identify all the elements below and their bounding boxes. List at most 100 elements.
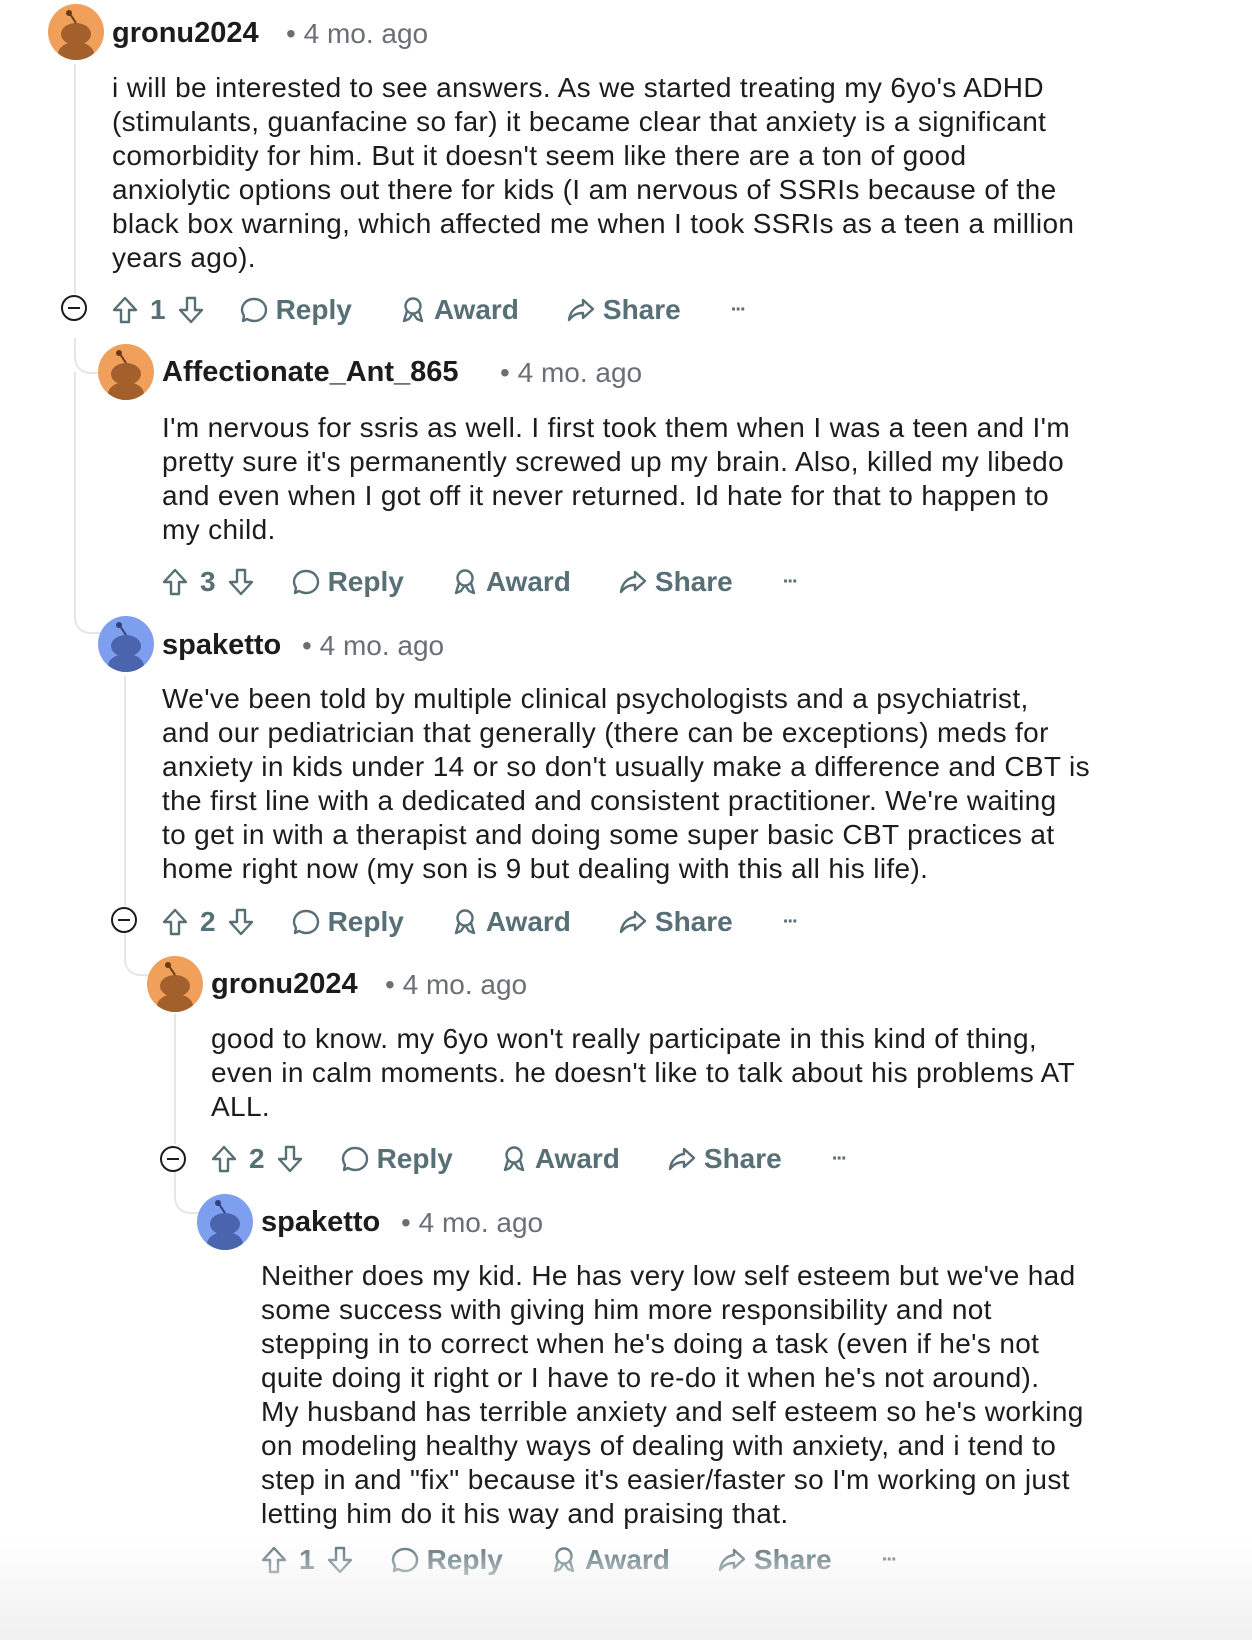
thread-connector — [174, 1170, 204, 1214]
award-icon — [503, 1146, 525, 1172]
share-icon — [619, 910, 647, 934]
comment-actions: 2 Reply Award Share ··· — [211, 1139, 848, 1179]
downvote-button[interactable] — [178, 296, 204, 324]
more-options-button[interactable]: ··· — [783, 571, 799, 594]
upvote-button[interactable] — [112, 296, 138, 324]
comment-actions: 2 Reply Award Share ··· — [162, 902, 799, 942]
award-icon — [454, 909, 476, 935]
comment-author[interactable]: spaketto — [162, 627, 281, 663]
award-button[interactable]: Award — [551, 1544, 670, 1576]
comment-body: We've been told by multiple clinical psy… — [162, 683, 1090, 884]
snoo-avatar-icon — [147, 956, 203, 1012]
upvote-icon — [112, 296, 138, 324]
comment-actions: 1 Reply Award Share ··· — [261, 1540, 898, 1580]
reply-button[interactable]: Reply — [341, 1143, 453, 1175]
downvote-icon — [178, 296, 203, 324]
snoo-avatar-icon — [48, 4, 104, 60]
comment-thread: gronu2024 • 4 mo. ago i will be interest… — [0, 0, 1252, 1640]
reply-button[interactable]: Reply — [292, 906, 404, 938]
more-options-button[interactable]: ··· — [832, 1148, 848, 1171]
downvote-button[interactable] — [228, 568, 254, 596]
comment-actions: 1 Reply Award Share ··· — [112, 290, 747, 330]
upvote-button[interactable] — [162, 908, 188, 936]
comment-body: good to know. my 6yo won't really partic… — [211, 1023, 1076, 1122]
comment-timestamp: • 4 mo. ago — [385, 969, 528, 1000]
award-button[interactable]: Award — [452, 906, 571, 938]
comment-timestamp: • 4 mo. ago — [401, 1207, 544, 1238]
vote-count: 3 — [200, 566, 216, 597]
share-icon — [668, 1147, 696, 1171]
upvote-button[interactable] — [162, 568, 188, 596]
award-button[interactable]: Award — [501, 1143, 620, 1175]
reply-button[interactable]: Reply — [292, 566, 404, 598]
comment-icon — [240, 297, 267, 323]
award-button[interactable]: Award — [452, 566, 571, 598]
comment-timestamp: • 4 mo. ago — [500, 357, 643, 388]
comment-icon — [292, 909, 319, 935]
collapse-icon[interactable] — [61, 295, 87, 321]
comment-icon — [341, 1146, 368, 1172]
award-icon — [402, 297, 424, 323]
thread-line-level-3[interactable] — [174, 1014, 176, 1144]
downvote-button[interactable] — [228, 908, 254, 936]
collapse-icon[interactable] — [160, 1146, 186, 1172]
award-button[interactable]: Award — [400, 294, 519, 326]
comment-author[interactable]: spaketto — [261, 1204, 380, 1240]
vote-count: 2 — [249, 1143, 265, 1174]
snoo-avatar-icon — [98, 344, 154, 400]
comment-author[interactable]: Affectionate_Ant_865 — [162, 354, 459, 390]
reply-button[interactable]: Reply — [240, 294, 352, 326]
upvote-icon — [162, 568, 188, 596]
avatar[interactable] — [48, 4, 104, 60]
more-options-button[interactable]: ··· — [731, 299, 747, 322]
share-button[interactable]: Share — [567, 294, 681, 326]
collapse-icon[interactable] — [111, 907, 137, 933]
downvote-icon — [228, 568, 253, 596]
thread-line-level-2[interactable] — [124, 676, 126, 906]
downvote-icon — [277, 1145, 302, 1173]
comment-author[interactable]: gronu2024 — [112, 15, 259, 51]
thread-line-level-1b[interactable] — [74, 372, 76, 610]
thread-line-level-1[interactable] — [74, 64, 76, 294]
vote-count: 1 — [150, 294, 166, 325]
comment-body: I'm nervous for ssris as well. I first t… — [162, 412, 1071, 545]
reply-button[interactable]: Reply — [391, 1544, 503, 1576]
avatar[interactable] — [197, 1194, 253, 1250]
share-icon — [567, 298, 595, 322]
comment-timestamp: • 4 mo. ago — [286, 18, 429, 49]
comment-icon — [391, 1547, 418, 1573]
comment-author[interactable]: gronu2024 — [211, 966, 358, 1002]
share-button[interactable]: Share — [619, 906, 733, 938]
avatar[interactable] — [98, 616, 154, 672]
vote-count: 1 — [299, 1544, 315, 1575]
upvote-icon — [261, 1546, 287, 1574]
upvote-button[interactable] — [261, 1546, 287, 1574]
comment-icon — [292, 569, 319, 595]
downvote-button[interactable] — [327, 1546, 353, 1574]
share-icon — [619, 570, 647, 594]
comment-actions: 3 Reply Award Share ··· — [162, 562, 799, 602]
comment-timestamp: • 4 mo. ago — [302, 630, 445, 661]
comment-body: i will be interested to see answers. As … — [112, 72, 1075, 273]
share-button[interactable]: Share — [668, 1143, 782, 1175]
award-icon — [454, 569, 476, 595]
upvote-icon — [162, 908, 188, 936]
downvote-icon — [228, 908, 253, 936]
thread-connector — [124, 932, 154, 976]
avatar[interactable] — [98, 344, 154, 400]
downvote-icon — [327, 1546, 352, 1574]
upvote-icon — [211, 1145, 237, 1173]
more-options-button[interactable]: ··· — [882, 1549, 898, 1572]
snoo-avatar-icon — [197, 1194, 253, 1250]
share-button[interactable]: Share — [718, 1544, 832, 1576]
snoo-avatar-icon — [98, 616, 154, 672]
comment-body: Neither does my kid. He has very low sel… — [261, 1260, 1084, 1529]
award-icon — [553, 1547, 575, 1573]
share-button[interactable]: Share — [619, 566, 733, 598]
avatar[interactable] — [147, 956, 203, 1012]
more-options-button[interactable]: ··· — [783, 911, 799, 934]
thread-connector — [74, 600, 104, 634]
downvote-button[interactable] — [277, 1145, 303, 1173]
upvote-button[interactable] — [211, 1145, 237, 1173]
vote-count: 2 — [200, 906, 216, 937]
